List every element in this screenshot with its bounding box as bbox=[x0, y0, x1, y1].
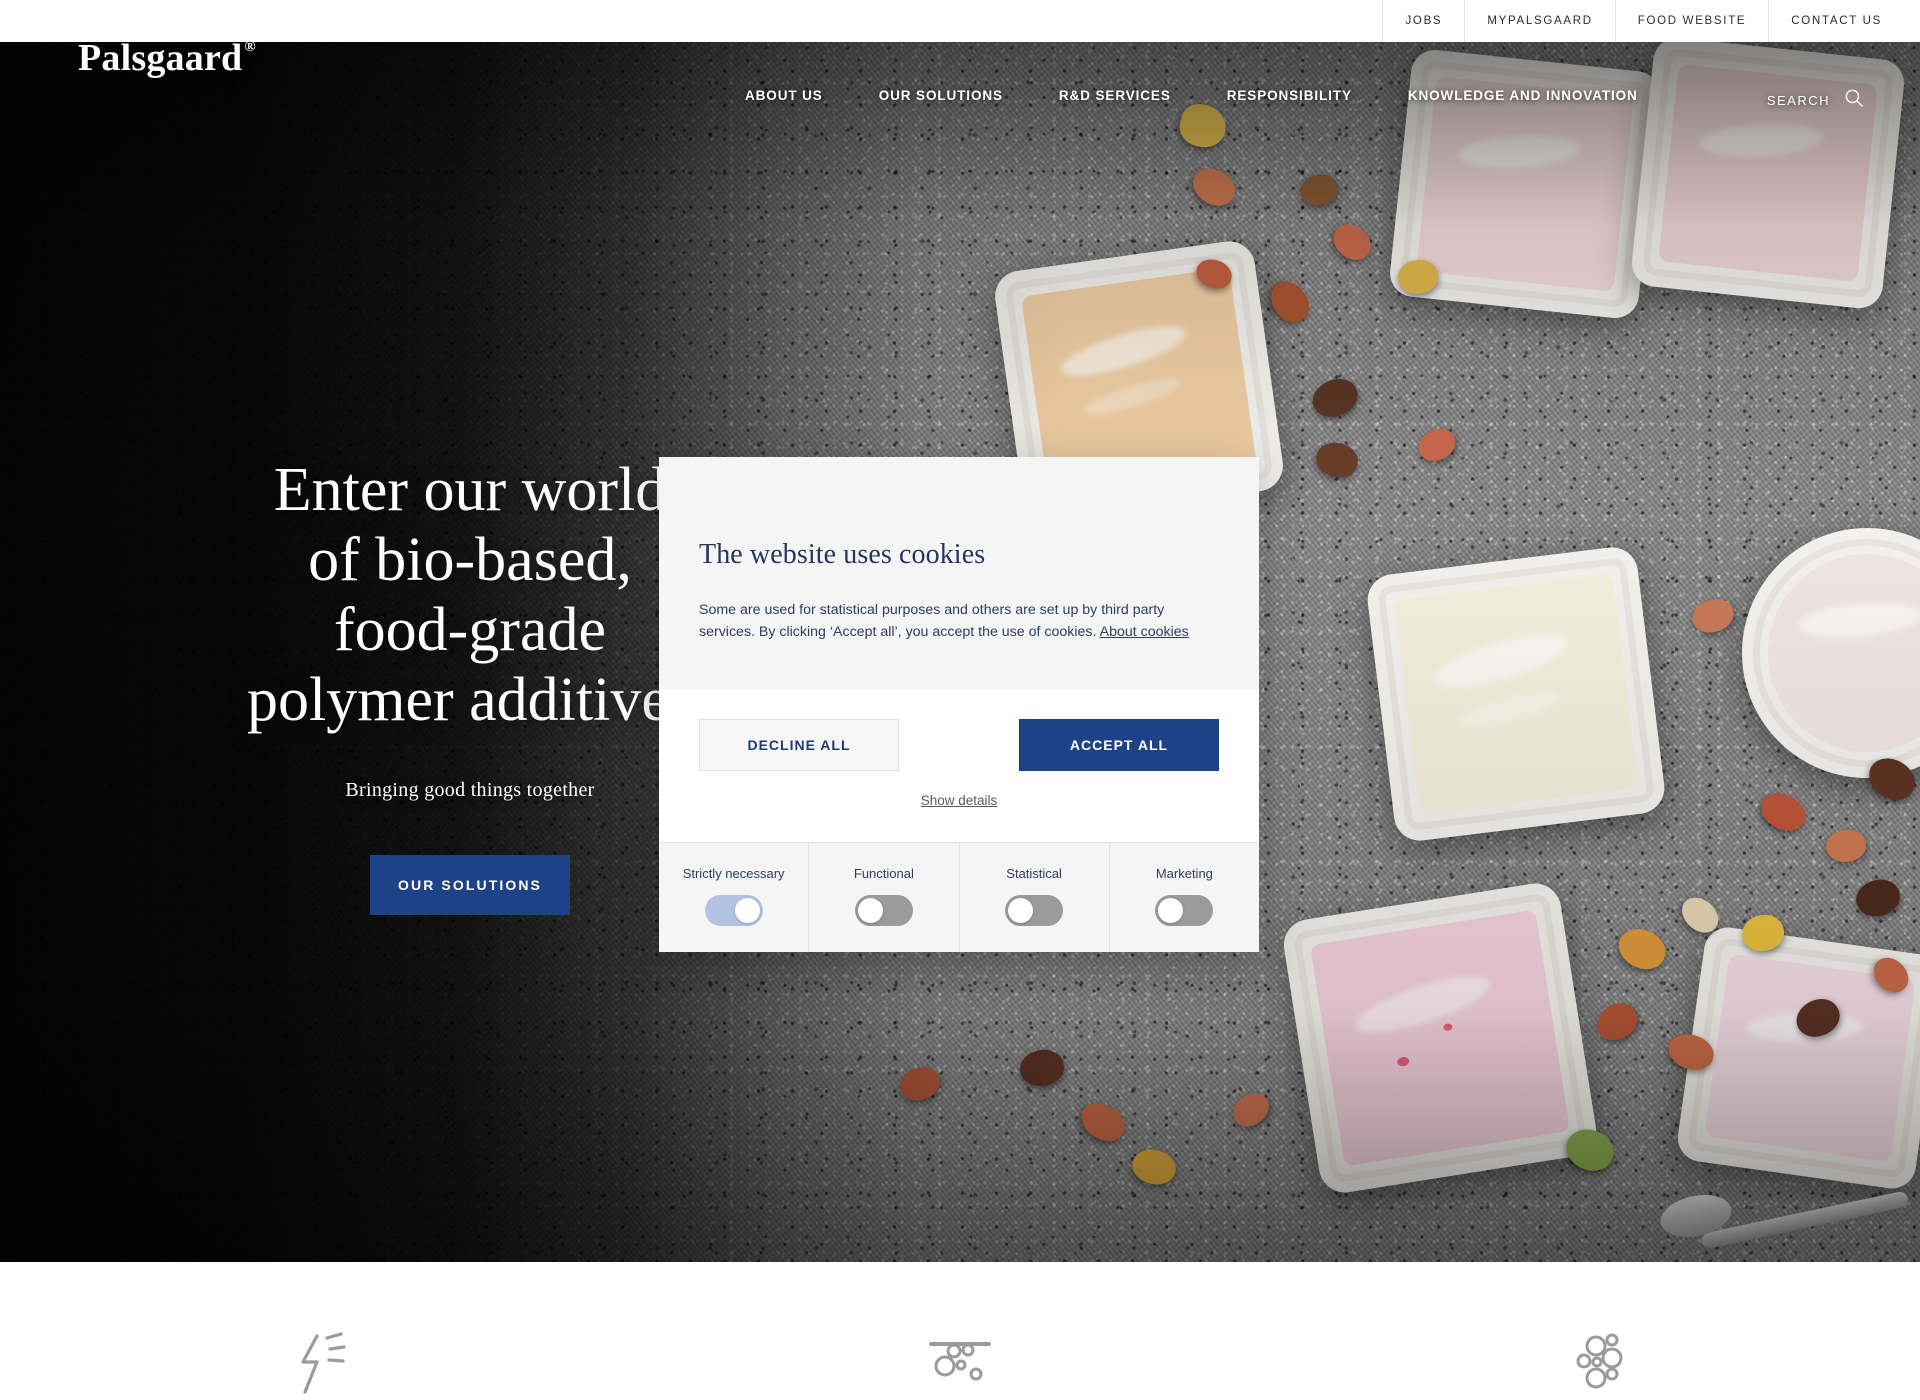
page-root: JOBS MYPALSGAARD FOOD WEBSITE CONTACT US… bbox=[0, 0, 1920, 1400]
feature-item-energy[interactable] bbox=[0, 1262, 640, 1400]
show-details-label: Show details bbox=[920, 793, 998, 808]
cookie-category-toggles: Strictly necessary Functional Statistica… bbox=[659, 842, 1259, 952]
toggle-knob bbox=[1008, 898, 1034, 923]
nav-item-rd-services[interactable]: R&D SERVICES bbox=[1059, 88, 1171, 103]
search-label: SEARCH bbox=[1766, 93, 1830, 108]
top-utility-bar: JOBS MYPALSGAARD FOOD WEBSITE CONTACT US bbox=[0, 0, 1920, 42]
topbar-item-contact-us[interactable]: CONTACT US bbox=[1768, 0, 1920, 42]
toggle-knob bbox=[1158, 898, 1184, 923]
toggle-functional[interactable] bbox=[854, 895, 913, 926]
cookie-dialog-title: The website uses cookies bbox=[699, 539, 986, 570]
nav-item-about-us[interactable]: ABOUT US bbox=[745, 88, 823, 103]
cookie-category-strictly-necessary[interactable]: Strictly necessary bbox=[659, 843, 810, 952]
cookie-dialog-body: Some are used for statistical purposes a… bbox=[699, 599, 1219, 643]
show-details-link[interactable]: Show details bbox=[699, 793, 1219, 808]
nav-item-knowledge-and-innovation[interactable]: KNOWLEDGE AND INNOVATION bbox=[1408, 88, 1638, 103]
accept-all-button[interactable]: ACCEPT ALL bbox=[1019, 719, 1219, 771]
toggle-strictly-necessary[interactable] bbox=[704, 895, 763, 926]
anti-fog-bubbles-icon bbox=[923, 1322, 997, 1400]
feature-icon-strip bbox=[0, 1262, 1920, 1400]
logo-wordmark: Palsgaard bbox=[78, 37, 243, 79]
feature-item-anti-fog[interactable] bbox=[640, 1262, 1280, 1400]
search-icon[interactable] bbox=[1844, 88, 1864, 113]
about-cookies-link[interactable]: About cookies bbox=[1100, 624, 1189, 640]
cookie-dialog-actions: DECLINE ALL ACCEPT ALL Show details bbox=[659, 689, 1259, 842]
cookie-button-row: DECLINE ALL ACCEPT ALL bbox=[699, 719, 1219, 771]
cookie-category-functional[interactable]: Functional bbox=[809, 843, 960, 952]
energy-bolt-icon bbox=[283, 1322, 357, 1400]
topbar-item-food-website[interactable]: FOOD WEBSITE bbox=[1614, 0, 1769, 42]
toggle-knob bbox=[857, 898, 883, 923]
cookie-consent-dialog: The website uses cookies Some are used f… bbox=[659, 457, 1259, 952]
toggle-statistical[interactable] bbox=[1005, 895, 1064, 926]
cookie-category-label: Functional bbox=[853, 866, 914, 881]
cookie-category-label: Marketing bbox=[1155, 866, 1213, 881]
hero-cta-our-solutions-button[interactable]: OUR SOLUTIONS bbox=[370, 855, 570, 916]
feature-item-dispersion[interactable] bbox=[1280, 1262, 1920, 1400]
toggle-marketing[interactable] bbox=[1155, 895, 1214, 926]
site-logo[interactable]: Palsgaard ® bbox=[78, 36, 256, 80]
cookie-category-marketing[interactable]: Marketing bbox=[1110, 843, 1259, 952]
molecule-cluster-icon bbox=[1563, 1322, 1637, 1400]
cookie-body-text: Some are used for statistical purposes a… bbox=[699, 602, 1165, 640]
main-navigation: ABOUT US OUR SOLUTIONS R&D SERVICES RESP… bbox=[745, 88, 1694, 103]
cookie-category-label: Strictly necessary bbox=[682, 866, 785, 881]
cookie-category-label: Statistical bbox=[1006, 866, 1062, 881]
topbar-item-jobs[interactable]: JOBS bbox=[1382, 0, 1464, 42]
search-button[interactable]: SEARCH bbox=[1767, 88, 1864, 113]
nav-item-responsibility[interactable]: RESPONSIBILITY bbox=[1227, 88, 1352, 103]
cookie-dialog-header: The website uses cookies Some are used f… bbox=[659, 457, 1259, 689]
registered-trademark-icon: ® bbox=[244, 39, 256, 55]
cookie-category-statistical[interactable]: Statistical bbox=[960, 843, 1110, 952]
toggle-knob bbox=[734, 898, 760, 923]
topbar-item-mypalsgaard[interactable]: MYPALSGAARD bbox=[1464, 0, 1614, 42]
decline-all-button[interactable]: DECLINE ALL bbox=[699, 719, 899, 771]
nav-item-our-solutions[interactable]: OUR SOLUTIONS bbox=[879, 88, 1003, 103]
